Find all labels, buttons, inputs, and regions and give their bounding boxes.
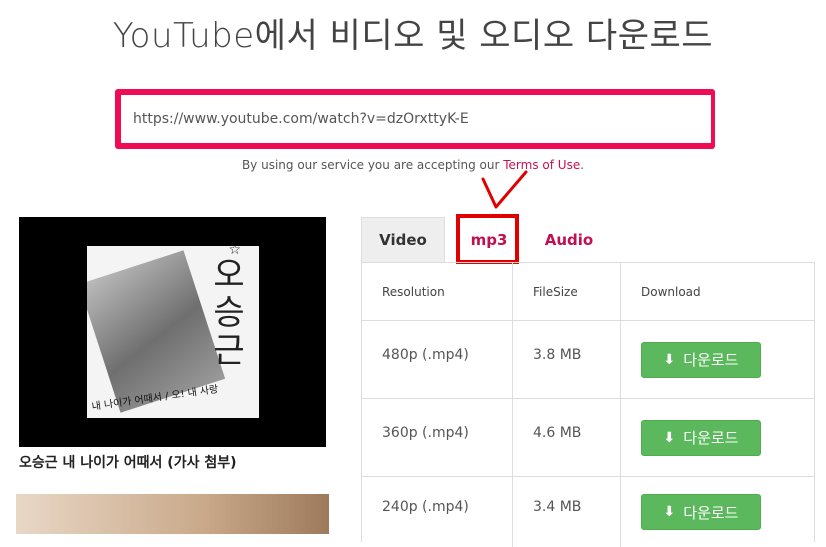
search-form: Start ➜ (115, 89, 715, 149)
header-resolution: Resolution (362, 263, 513, 320)
filesize-value: 4.6 MB (533, 424, 582, 441)
header-filesize: FileSize (513, 263, 621, 320)
video-thumbnail[interactable]: ☆ 오승근 내 나이가 어때서 / 오! 내 사랑 (19, 217, 326, 447)
album-cover: ☆ 오승근 내 나이가 어때서 / 오! 내 사랑 (87, 246, 259, 418)
related-thumbnail[interactable] (16, 494, 329, 534)
start-label: Start (628, 111, 663, 127)
annotation-check-mark (481, 170, 528, 209)
format-tabs: Video mp3 Audio (361, 217, 815, 262)
filesize-value: 3.8 MB (533, 346, 582, 363)
download-icon: ⬇ (663, 429, 676, 446)
terms-prefix: By using our service you are accepting o… (241, 158, 500, 172)
table-row: 360p (.mp4) 4.6 MB ⬇ 다운로드 (362, 399, 814, 477)
table-row: 480p (.mp4) 3.8 MB ⬇ 다운로드 (362, 321, 814, 399)
terms-notice: By using our service you are accepting o… (0, 158, 826, 172)
download-button[interactable]: ⬇ 다운로드 (641, 494, 761, 530)
annotation-highlight-box (456, 214, 519, 264)
table-header: Resolution FileSize Download (362, 263, 814, 321)
download-table: Resolution FileSize Download 480p (.mp4)… (361, 262, 815, 547)
resolution-value: 240p (.mp4) (382, 499, 469, 515)
download-label: 다운로드 (683, 429, 739, 447)
download-button[interactable]: ⬇ 다운로드 (641, 419, 761, 456)
video-title[interactable]: 오승근 내 나이가 어때서 (가사 첨부) (19, 452, 237, 472)
download-button[interactable]: ⬇ 다운로드 (641, 341, 761, 378)
download-icon: ⬇ (663, 504, 676, 520)
resolution-value: 480p (.mp4) (382, 346, 469, 363)
resolution-value: 360p (.mp4) (382, 424, 469, 441)
download-icon: ⬇ (663, 351, 676, 368)
download-label: 다운로드 (683, 503, 739, 522)
arrow-right-icon: ➜ (670, 110, 683, 128)
page-title: YouTube에서 비디오 및 오디오 다운로드 (112, 16, 714, 56)
terms-suffix: . (580, 158, 585, 172)
filesize-value: 3.4 MB (533, 499, 582, 515)
album-name: 오승근 (213, 255, 245, 371)
download-label: 다운로드 (683, 351, 739, 369)
tab-video[interactable]: Video (361, 217, 445, 262)
tab-audio[interactable]: Audio (536, 217, 602, 262)
start-button[interactable]: Start ➜ (596, 89, 715, 149)
table-row: 240p (.mp4) 3.4 MB ⬇ 다운로드 (362, 477, 814, 547)
header-download: Download (641, 284, 701, 299)
